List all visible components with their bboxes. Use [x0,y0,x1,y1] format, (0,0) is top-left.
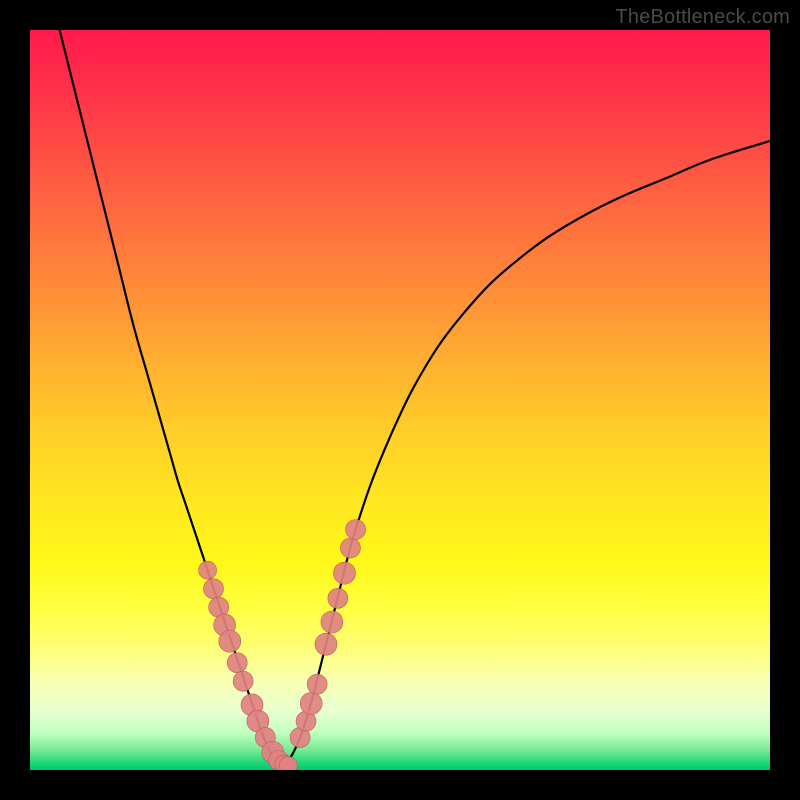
data-point [307,674,327,694]
data-point [346,520,366,540]
data-point [300,692,322,714]
chart-container: TheBottleneck.com [0,0,800,800]
watermark-text: TheBottleneck.com [615,6,790,29]
data-point [233,671,253,691]
curve-lines [60,30,770,766]
chart-svg [30,30,770,770]
data-point [334,562,356,584]
data-point [340,538,360,558]
curve-left_curve [60,30,282,766]
data-point [321,611,343,633]
data-points [199,520,366,771]
data-point [219,630,241,652]
plot-area [30,30,770,770]
curve-right_curve [282,141,770,766]
data-point [328,588,348,608]
data-point [199,561,217,579]
data-point [204,579,224,599]
data-point [315,633,337,655]
data-point [227,653,247,673]
